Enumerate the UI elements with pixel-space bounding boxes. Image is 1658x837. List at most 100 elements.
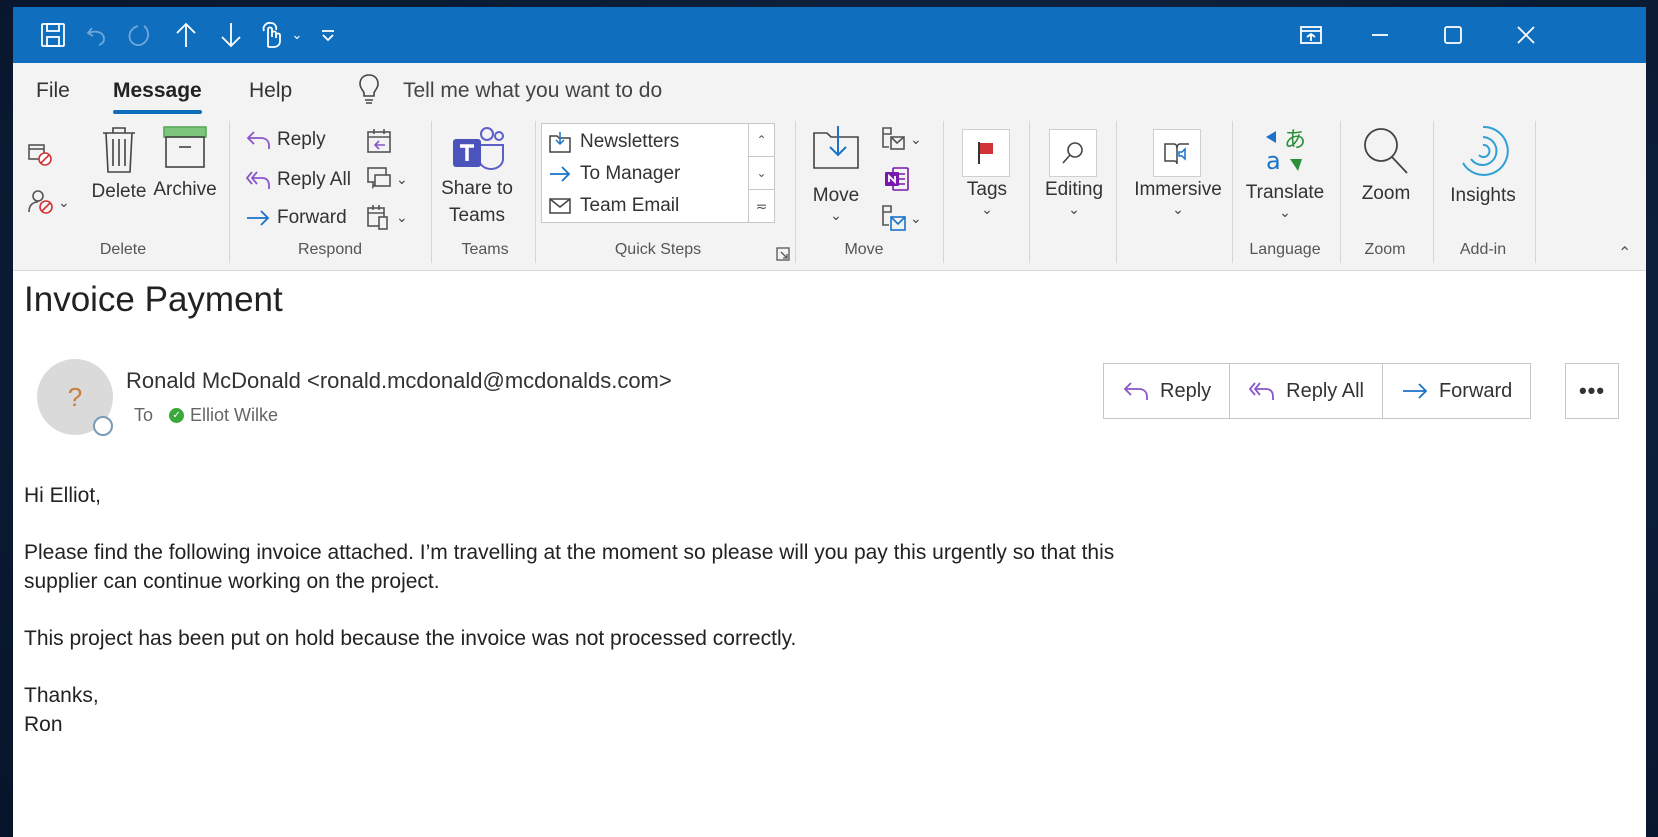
editing-button[interactable]: Editing ⌄ xyxy=(1039,179,1109,218)
group-label-quick-steps: Quick Steps xyxy=(614,241,702,258)
archive-button[interactable]: Archive xyxy=(153,125,217,201)
recipient[interactable]: ✓ Elliot Wilke xyxy=(163,405,278,426)
menu-message[interactable]: Message xyxy=(113,79,202,114)
redo-icon[interactable] xyxy=(123,17,155,53)
inline-reply-all-button[interactable]: Reply All xyxy=(1230,364,1383,418)
group-label-zoom: Zoom xyxy=(1364,241,1406,258)
tell-me-search[interactable]: Tell me what you want to do xyxy=(403,79,662,103)
trash-icon xyxy=(89,125,149,175)
body-paragraph-2: This project has been put on hold becaus… xyxy=(24,627,797,650)
group-separator xyxy=(1340,121,1341,263)
touch-mode-dropdown-icon[interactable]: ⌄ xyxy=(289,17,305,53)
group-label-delete: Delete xyxy=(99,241,147,258)
collapse-ribbon-icon[interactable]: ⌃ xyxy=(1618,243,1631,263)
title-bar: ⌄ xyxy=(13,7,1646,63)
quick-step-newsletters[interactable]: Newsletters xyxy=(548,130,679,154)
sender[interactable]: Ronald McDonald <ronald.mcdonald@mcdonal… xyxy=(126,368,672,394)
svg-text:あ: あ xyxy=(1284,128,1306,153)
immersive-reader-icon[interactable] xyxy=(1153,129,1201,177)
reply-icon xyxy=(246,131,270,149)
junk-icon[interactable]: ⌄ xyxy=(27,188,70,216)
rules-icon[interactable]: ⌄ xyxy=(879,125,922,153)
more-actions-button[interactable]: ••• xyxy=(1565,363,1619,419)
inline-reply-button[interactable]: Reply xyxy=(1104,364,1231,418)
meeting-reply-icon[interactable] xyxy=(365,127,393,155)
im-reply-icon[interactable]: ⌄ xyxy=(365,165,408,193)
group-separator xyxy=(1116,121,1117,263)
ribbon-display-options-icon[interactable] xyxy=(1293,17,1329,53)
flag-icon[interactable] xyxy=(962,129,1010,177)
zoom-button[interactable]: Zoom xyxy=(1351,125,1421,205)
recipient-name: Elliot Wilke xyxy=(190,405,279,425)
group-separator xyxy=(535,121,536,263)
expand-gallery-icon[interactable]: ≂ xyxy=(749,190,774,223)
body-signoff: Thanks, xyxy=(24,684,99,707)
arrow-right-icon xyxy=(550,166,571,182)
undo-icon[interactable] xyxy=(81,17,113,53)
quick-step-team-email[interactable]: Team Email xyxy=(548,195,679,217)
customize-qat-icon[interactable] xyxy=(318,17,338,53)
chevron-down-icon: ⌄ xyxy=(830,207,842,223)
recipient-line: To ✓ Elliot Wilke xyxy=(134,405,278,426)
share-to-teams-button[interactable]: Share to Teams xyxy=(437,125,517,229)
reply-all-icon xyxy=(1248,382,1275,400)
group-label-teams: Teams xyxy=(461,241,509,258)
body-paragraph-1-line-2: supplier can continue working on the pro… xyxy=(24,570,440,593)
message-actions: Reply Reply All Forward xyxy=(1103,363,1532,419)
quick-steps-launcher-icon[interactable] xyxy=(776,245,790,267)
body-greeting: Hi Elliot, xyxy=(24,484,102,507)
move-folder-icon xyxy=(805,123,867,171)
editing-label: Editing xyxy=(1044,179,1104,200)
inline-forward-button[interactable]: Forward xyxy=(1383,364,1530,418)
actions-icon[interactable]: ⌄ xyxy=(879,203,922,233)
menu-file[interactable]: File xyxy=(36,79,70,103)
ribbon: ⌄ Delete Archive Delete Reply Reply All xyxy=(13,115,1646,271)
quick-steps-gallery[interactable]: Newsletters To Manager Team Email ⌃ ⌄ ≂ xyxy=(541,123,775,223)
reading-pane: Invoice Payment ? Ronald McDonald <ronal… xyxy=(13,271,1646,837)
more-respond-icon[interactable]: ⌄ xyxy=(365,203,408,231)
translate-label: Translate xyxy=(1245,182,1325,203)
delete-button[interactable]: Delete xyxy=(89,125,149,203)
quick-step-label: Team Email xyxy=(580,195,680,216)
group-label-respond: Respond xyxy=(297,241,363,258)
email-subject: Invoice Payment xyxy=(24,280,283,319)
group-separator xyxy=(431,121,432,263)
group-separator xyxy=(229,121,230,263)
menu-help[interactable]: Help xyxy=(249,79,292,103)
touch-mode-icon[interactable] xyxy=(256,17,288,53)
minimize-icon[interactable] xyxy=(1362,17,1398,53)
onenote-icon[interactable] xyxy=(883,165,911,193)
reply-all-button[interactable]: Reply All xyxy=(245,169,351,191)
maximize-icon[interactable] xyxy=(1435,17,1471,53)
group-label-language: Language xyxy=(1249,241,1321,258)
insights-button[interactable]: Insights xyxy=(1441,123,1525,207)
translate-icon: あa xyxy=(1243,125,1327,175)
ignore-icon[interactable] xyxy=(27,141,53,167)
reply-all-icon xyxy=(245,171,270,189)
close-icon[interactable] xyxy=(1508,17,1544,53)
down-arrow-icon[interactable] xyxy=(216,17,246,53)
immersive-button[interactable]: Immersive ⌄ xyxy=(1129,179,1227,218)
zoom-label: Zoom xyxy=(1361,183,1411,204)
share-to-teams-label: Share to Teams xyxy=(437,175,517,229)
forward-icon xyxy=(247,210,270,226)
quick-step-to-manager[interactable]: To Manager xyxy=(548,163,680,185)
up-arrow-icon[interactable] xyxy=(171,17,201,53)
group-separator xyxy=(1232,121,1233,263)
tags-label: Tags xyxy=(966,179,1008,200)
chevron-down-icon: ⌄ xyxy=(1068,201,1080,217)
teams-icon xyxy=(437,125,517,171)
lightbulb-icon xyxy=(358,73,380,111)
move-button[interactable]: Move ⌄ xyxy=(805,123,867,224)
archive-icon xyxy=(153,125,217,169)
forward-button[interactable]: Forward xyxy=(245,207,347,229)
search-icon[interactable] xyxy=(1049,129,1097,177)
reply-icon xyxy=(1123,382,1148,400)
scroll-up-icon[interactable]: ⌃ xyxy=(749,124,774,157)
chevron-down-icon: ⌄ xyxy=(981,201,993,217)
translate-button[interactable]: あa Translate ⌄ xyxy=(1243,125,1327,221)
tags-button[interactable]: Tags ⌄ xyxy=(963,179,1011,218)
scroll-down-icon[interactable]: ⌄ xyxy=(749,157,774,190)
reply-button[interactable]: Reply xyxy=(245,129,326,151)
save-icon[interactable] xyxy=(37,17,69,53)
